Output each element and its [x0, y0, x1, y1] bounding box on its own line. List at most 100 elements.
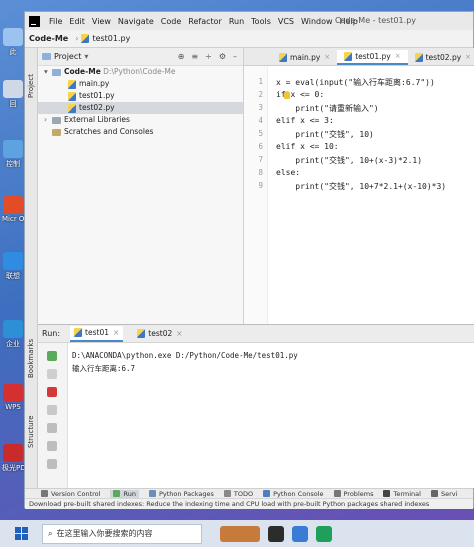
taskbar-browser-icon[interactable] — [292, 525, 308, 542]
project-panel: Project ▾ ⊕ ≡ ÷ ⚙ – ▾ Code-Me D:\Python\C… — [38, 48, 244, 324]
terminal-icon — [383, 490, 391, 497]
desktop-icon-this-pc[interactable]: 此 — [2, 28, 24, 57]
tab-main-py[interactable]: main.py × — [272, 50, 337, 65]
office-icon — [3, 196, 23, 214]
menu-run[interactable]: Run — [229, 17, 244, 26]
wps-icon — [3, 384, 23, 402]
menu-code[interactable]: Code — [161, 17, 181, 26]
desktop-icon-recycle[interactable]: 回 — [2, 80, 24, 109]
tree-item-main-py[interactable]: main.py — [38, 78, 243, 90]
breadcrumb-file[interactable]: test01.py — [92, 34, 130, 43]
tool-python-packages[interactable]: Python Packages — [148, 490, 214, 498]
tree-item-project-root[interactable]: ▾ Code-Me D:\Python\Code-Me — [38, 66, 243, 78]
close-icon[interactable]: × — [113, 328, 119, 337]
locate-icon[interactable]: ⊕ — [178, 52, 185, 61]
run-panel: Run: test01 × test02 × D:\ANACONDA\python.… — [38, 324, 474, 488]
close-icon[interactable]: × — [465, 50, 471, 65]
chevron-down-icon[interactable]: ▾ — [44, 66, 52, 78]
chevron-down-icon[interactable]: ▾ — [84, 52, 88, 61]
menu-refactor[interactable]: Refactor — [188, 17, 222, 26]
desktop-icon-office[interactable]: Micr Office — [2, 196, 24, 223]
wrench-icon[interactable] — [47, 369, 57, 379]
tool-todo[interactable]: TODO — [223, 490, 253, 498]
python-file-icon — [68, 103, 76, 113]
menu-file[interactable]: File — [49, 17, 62, 26]
soft-wrap-icon[interactable] — [47, 423, 57, 433]
run-icon — [113, 490, 121, 497]
tool-run[interactable]: Run — [110, 489, 139, 498]
tab-test02-py[interactable]: test02.py × — [408, 50, 474, 65]
collapse-icon[interactable]: ≡ — [191, 52, 198, 61]
run-tab-test02[interactable]: test02 × — [133, 326, 186, 342]
desktop-icon-wps[interactable]: WPS — [2, 384, 24, 411]
taskbar-search[interactable]: ⌕ 在这里输入你要搜索的内容 — [42, 523, 202, 544]
tool-python-console[interactable]: Python Console — [263, 490, 324, 498]
enterprise-icon — [3, 320, 23, 338]
python-file-icon — [344, 52, 353, 61]
tool-terminal[interactable]: Terminal — [383, 489, 421, 498]
tab-test01-py[interactable]: test01.py × — [337, 49, 408, 65]
breadcrumb-project[interactable]: Code-Me — [29, 34, 68, 43]
expand-icon[interactable]: ÷ — [205, 52, 212, 61]
windows-taskbar: ⌕ 在这里输入你要搜索的内容 — [0, 520, 474, 547]
start-button[interactable] — [10, 523, 32, 545]
close-icon[interactable]: × — [324, 50, 330, 65]
menu-view[interactable]: View — [92, 17, 111, 26]
line-number-gutter: 1 2 3 4 5 6 7 8 9 — [244, 66, 268, 324]
tree-item-label: External Libraries — [64, 115, 130, 124]
python-file-icon — [74, 328, 83, 337]
trash-icon[interactable] — [47, 459, 57, 469]
stop-icon[interactable] — [47, 387, 57, 397]
tree-item-test02-py[interactable]: test02.py — [38, 102, 243, 114]
console-output[interactable]: D:\ANACONDA\python.exe D:/Python/Code-Me… — [72, 349, 298, 375]
lightbulb-icon[interactable] — [284, 91, 290, 99]
desktop-icon-pdf[interactable]: 极光PDF — [2, 444, 24, 473]
rerun-icon[interactable] — [47, 351, 57, 361]
bookmarks-tool-tab[interactable]: Bookmarks — [27, 339, 35, 378]
menu-window[interactable]: Window — [301, 17, 333, 26]
tree-item-path: D:\Python\Code-Me — [103, 67, 176, 76]
minimize-icon[interactable]: – — [233, 52, 237, 61]
menu-edit[interactable]: Edit — [69, 17, 85, 26]
run-tab-test01[interactable]: test01 × — [70, 325, 124, 342]
python-file-icon — [68, 79, 76, 89]
close-icon[interactable]: × — [395, 49, 401, 64]
taskbar-pycharm-icon[interactable] — [268, 525, 284, 542]
project-panel-title[interactable]: Project — [54, 52, 81, 61]
tab-label: test02.py — [425, 53, 462, 62]
menu-tools[interactable]: Tools — [251, 17, 271, 26]
ide-window: File Edit View Navigate Code Refactor Ru… — [24, 11, 474, 509]
taskbar-app-icon[interactable] — [220, 525, 260, 542]
tool-services[interactable]: Servi — [430, 490, 457, 498]
code-line: x = eval(input("输入行车距离:6.7")) — [276, 78, 435, 87]
tree-item-scratches[interactable]: Scratches and Consoles — [38, 126, 243, 138]
pin-icon[interactable] — [47, 405, 57, 415]
tool-problems[interactable]: Problems — [333, 490, 373, 498]
close-icon[interactable]: × — [176, 329, 182, 338]
desktop-icon-lenovo[interactable]: 联想 — [2, 252, 24, 281]
line-number: 1 — [258, 77, 263, 86]
console-line: D:\ANACONDA\python.exe D:/Python/Code-Me… — [72, 351, 298, 360]
structure-tool-tab[interactable]: Structure — [27, 415, 35, 448]
desktop-icon-enterprise[interactable]: 企业 — [2, 320, 24, 349]
menu-vcs[interactable]: VCS — [278, 17, 294, 26]
tool-version-control[interactable]: Version Control — [41, 490, 100, 498]
pycharm-logo-icon[interactable] — [29, 15, 40, 27]
project-tool-tab[interactable]: Project — [27, 74, 35, 98]
print-icon[interactable] — [47, 441, 57, 451]
tree-item-test01-py[interactable]: test01.py — [38, 90, 243, 102]
tab-label: main.py — [290, 53, 321, 62]
desktop-icon-control-panel[interactable]: 控制 — [2, 140, 24, 169]
chevron-right-icon[interactable]: › — [44, 114, 52, 126]
run-panel-header: Run: test01 × test02 × — [38, 325, 474, 343]
tree-item-external-libraries[interactable]: › External Libraries — [38, 114, 243, 126]
pdf-icon — [3, 444, 23, 462]
code-line: elif x <= 10: — [276, 142, 339, 151]
taskbar-app2-icon[interactable] — [316, 525, 332, 542]
menu-navigate[interactable]: Navigate — [118, 17, 154, 26]
gear-icon[interactable]: ⚙ — [219, 52, 226, 61]
status-message[interactable]: Download pre-built shared indexes: Reduc… — [29, 500, 429, 508]
code-line: print("请重新输入") — [276, 104, 379, 113]
code-line: print("交钱", 10) — [276, 130, 374, 139]
tool-label: Terminal — [393, 489, 421, 498]
